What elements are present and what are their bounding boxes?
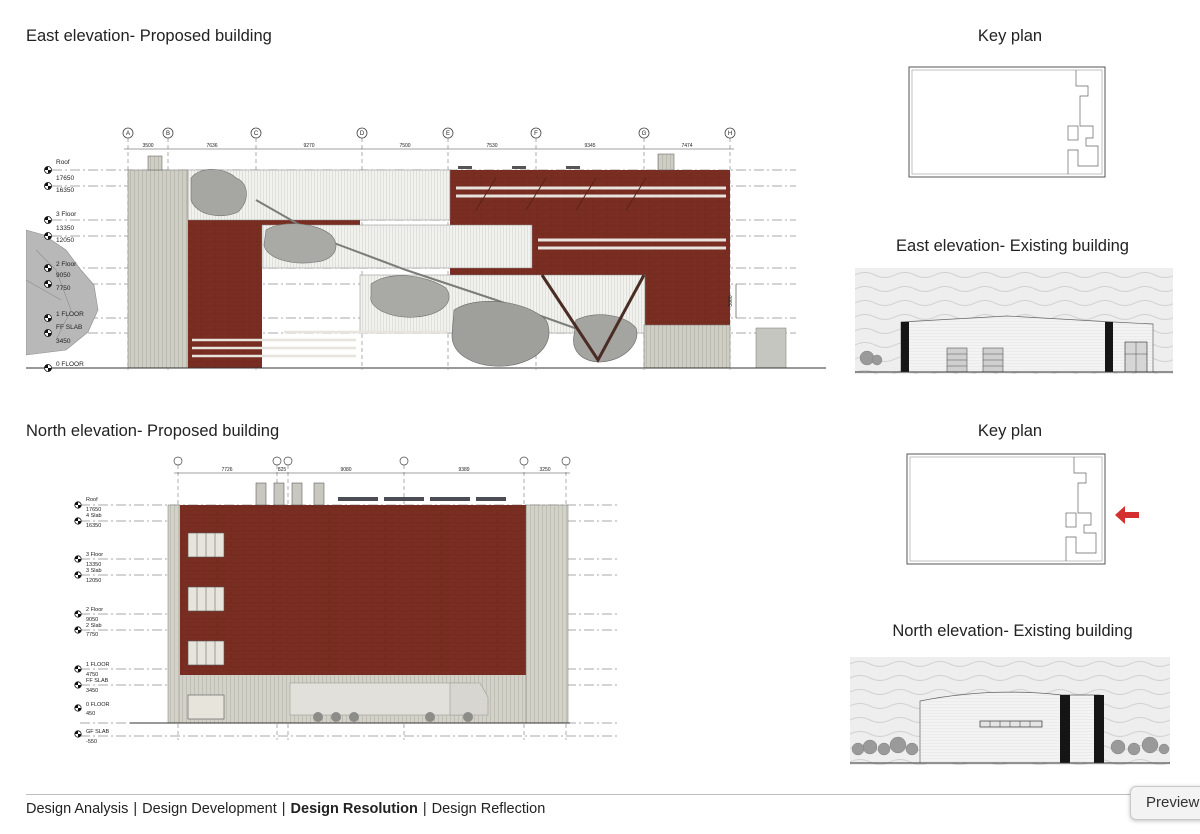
grid-label-b: B [166,131,170,137]
level-name: 1 FLOOR [86,662,110,668]
grid-label-f: F [534,131,538,137]
level-value: 3450 [56,338,71,345]
nav-design-development[interactable]: Design Development [142,801,277,817]
north-elevation-proposed-title: North elevation- Proposed building [26,422,280,440]
level-name: 0 FLOOR [86,702,110,708]
level-value: 16350 [86,523,101,529]
grid-dim-north-1: 7726 [221,467,232,473]
level-name: 2 Floor [86,607,103,613]
level-name: 3 Floor [56,211,77,218]
grid-dim-north-3: 9080 [340,467,351,473]
grid-dim-1: 3500 [142,143,153,149]
level-value: 9050 [56,272,71,279]
grid-label-e: E [446,131,450,137]
nav-separator: | [133,801,138,817]
grid-dim-7: 7474 [681,143,692,149]
nav-design-resolution[interactable]: Design Resolution [291,801,418,817]
east-elevation-existing-title: East elevation- Existing building [896,237,1129,255]
north-elevation-proposed-drawing: 7726 825 9080 9389 3250 Roof 17650 4 Sla… [70,455,630,745]
level-value: 7750 [56,285,71,292]
grid-dim-north-2: 825 [278,467,287,473]
nav-separator: | [422,801,427,817]
level-name: 1 FLOOR [56,311,84,318]
level-name: GF SLAB [86,729,110,735]
level-value: -550 [86,739,97,745]
grid-dim-5: 7530 [486,143,497,149]
level-value: 450 [86,711,95,717]
east-elevation-existing-drawing [855,268,1173,374]
grid-label-h: H [728,131,732,137]
grid-label-d: D [360,131,365,137]
nav-design-reflection[interactable]: Design Reflection [432,801,546,817]
key-plan-top-title: Key plan [977,27,1043,45]
level-value: 17650 [56,175,74,182]
grid-label-c: C [254,131,259,137]
key-plan-bottom-title: Key plan [977,422,1043,440]
grid-label-g: G [642,131,647,137]
height-dimension: 3000 [728,295,734,306]
footer-divider [26,794,1200,795]
level-value: 13350 [56,225,74,232]
grid-dim-north-5: 3250 [539,467,550,473]
grid-dim-2: 7636 [206,143,217,149]
level-name: 2 Slab [86,623,102,629]
level-name: 2 Floor [56,261,77,268]
level-name: FF SLAB [56,324,82,331]
footer-navigation: Design Analysis | Design Development | Desig… [26,801,545,817]
key-plan-bottom-drawing [906,453,1106,565]
level-name: Roof [86,497,98,503]
east-elevation-proposed-drawing: A B C D E F G H 3500 7636 9270 7500 7530… [26,70,830,372]
grid-label-a: A [126,131,130,137]
level-name: 3 Slab [86,568,102,574]
level-value: 3450 [86,688,98,694]
preview-button[interactable]: Preview [1130,786,1200,820]
arrow-left-icon [1115,506,1139,524]
level-name: 4 Slab [86,513,102,519]
level-value: 16350 [56,187,74,194]
grid-dim-4: 7500 [399,143,410,149]
east-elevation-proposed-title: East elevation- Proposed building [26,27,272,45]
north-elevation-existing-title: North elevation- Existing building [892,622,1133,640]
grid-dim-3: 9270 [303,143,314,149]
nav-separator: | [281,801,286,817]
level-value: 7750 [86,632,98,638]
level-name: 0 FLOOR [56,361,84,368]
grid-dim-north-4: 9389 [458,467,469,473]
level-name: Roof [56,159,70,166]
north-elevation-existing-drawing [850,657,1170,765]
level-value: 12050 [56,237,74,244]
level-name: FF SLAB [86,678,109,684]
key-plan-top-drawing [908,66,1106,178]
level-name: 3 Floor [86,552,103,558]
level-value: 12050 [86,578,101,584]
grid-dim-6: 9345 [584,143,595,149]
nav-design-analysis[interactable]: Design Analysis [26,801,128,817]
